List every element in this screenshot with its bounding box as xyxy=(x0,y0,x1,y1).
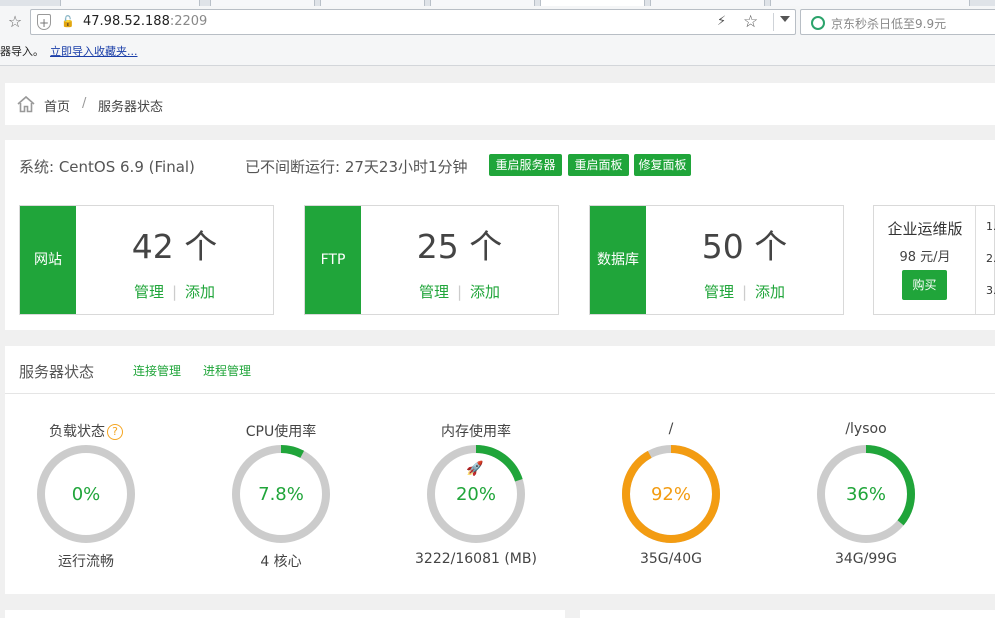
connection-management-link[interactable]: 连接管理 xyxy=(133,362,181,379)
website-card: 网站 42 个 管理 | 添加 xyxy=(19,205,274,315)
divider: | xyxy=(456,283,463,301)
system-overview-panel: 系统: CentOS 6.9 (Final) 已不间断运行: 27天23小时1分… xyxy=(5,140,995,330)
divider xyxy=(975,206,976,314)
enterprise-title: 企业运维版 xyxy=(887,220,963,238)
add-database-link[interactable]: 添加 xyxy=(755,283,785,301)
card-label: 数据库 xyxy=(590,206,646,314)
import-infobar: 器导入。 立即导入收藏夹... xyxy=(0,38,995,66)
database-card: 数据库 50 个 管理 | 添加 xyxy=(589,205,844,315)
restart-panel-button[interactable]: 重启面板 xyxy=(568,154,629,176)
cpu-gauge[interactable]: CPU使用率 7.8% 4 核心 xyxy=(201,421,361,581)
card-label: FTP xyxy=(305,206,361,314)
os-info: 系统: CentOS 6.9 (Final) xyxy=(19,158,195,176)
import-bookmarks-link[interactable]: 立即导入收藏夹... xyxy=(50,38,138,66)
gauge-subtitle: 34G/99G xyxy=(834,551,898,567)
help-icon[interactable]: ? xyxy=(107,424,123,440)
disk-root-gauge[interactable]: / 92% 35G/40G xyxy=(591,421,751,581)
enterprise-price: 98 元/月 xyxy=(899,250,951,265)
search-engine-icon xyxy=(811,16,825,30)
database-count: 50 个 xyxy=(701,227,788,266)
search-box[interactable]: 京东秒杀日低至9.9元 xyxy=(800,9,995,35)
gauge-subtitle: 4 核心 xyxy=(260,554,302,570)
url-text[interactable]: 47.98.52.188:2209 xyxy=(83,14,207,30)
add-website-link[interactable]: 添加 xyxy=(185,283,215,301)
load-gauge[interactable]: 负载状态? 0% 运行流畅 xyxy=(6,421,166,581)
uptime-info: 已不间断运行: 27天23小时1分钟 xyxy=(245,158,468,176)
browser-toolbar: ☆ + 🔓 47.98.52.188:2209 ⚡ ☆ 京东秒杀日低至9.9元 xyxy=(0,6,995,38)
gauge-subtitle: 运行流畅 xyxy=(58,554,114,570)
process-management-link[interactable]: 进程管理 xyxy=(203,362,251,379)
manage-ftp-link[interactable]: 管理 xyxy=(419,283,449,301)
divider xyxy=(773,13,774,31)
shield-icon[interactable]: + xyxy=(37,14,51,30)
server-status-panel: 服务器状态 连接管理 进程管理 负载状态? 0% 运行流畅 CPU使用率 7.8… xyxy=(5,346,995,594)
gauge-subtitle: 3222/16081 (MB) xyxy=(415,551,537,567)
breadcrumb: 首页 / 服务器状态 xyxy=(5,83,995,125)
insecure-lock-icon[interactable]: 🔓 xyxy=(61,16,75,28)
breadcrumb-separator: / xyxy=(82,96,87,111)
memory-gauge[interactable]: 内存使用率 🚀 20% 3222/16081 (MB) xyxy=(396,421,556,581)
gauge-percent: 20% xyxy=(455,484,496,505)
card-links: 管理 | 添加 xyxy=(76,281,273,302)
chevron-down-icon[interactable] xyxy=(780,16,790,22)
gauge-title: /lysoo xyxy=(845,421,887,437)
gauge-subtitle: 35G/40G xyxy=(639,551,703,567)
breadcrumb-current: 服务器状态 xyxy=(98,100,164,115)
manage-database-link[interactable]: 管理 xyxy=(704,283,734,301)
search-input[interactable]: 京东秒杀日低至9.9元 xyxy=(831,15,946,32)
add-ftp-link[interactable]: 添加 xyxy=(470,283,500,301)
bottom-panel-right xyxy=(580,610,995,618)
gauge-percent: 36% xyxy=(845,484,886,505)
gauge-percent: 7.8% xyxy=(258,484,304,505)
bookmark-star-icon[interactable]: ☆ xyxy=(6,13,24,31)
enterprise-card: 企业运维版 98 元/月 购买 1. 2. 3. xyxy=(873,205,995,315)
ftp-card: FTP 25 个 管理 | 添加 xyxy=(304,205,559,315)
rocket-icon[interactable]: 🚀 xyxy=(466,461,483,477)
divider: | xyxy=(171,283,178,301)
website-count: 42 个 xyxy=(131,227,218,266)
bottom-panel-left xyxy=(5,610,565,618)
list-item: 2. xyxy=(986,252,995,265)
restart-server-button[interactable]: 重启服务器 xyxy=(489,154,562,176)
buy-button[interactable]: 购买 xyxy=(902,270,947,300)
status-header: 服务器状态 连接管理 进程管理 xyxy=(5,346,995,394)
manage-website-link[interactable]: 管理 xyxy=(134,283,164,301)
lightning-icon[interactable]: ⚡ xyxy=(717,14,726,29)
list-item: 1. xyxy=(986,220,995,233)
card-links: 管理 | 添加 xyxy=(646,281,843,302)
gauge-percent: 0% xyxy=(71,484,101,505)
breadcrumb-home[interactable]: 首页 xyxy=(44,96,70,115)
divider: | xyxy=(741,283,748,301)
repair-panel-button[interactable]: 修复面板 xyxy=(634,154,691,176)
favorite-star-icon[interactable]: ☆ xyxy=(743,12,758,32)
card-label: 网站 xyxy=(20,206,76,314)
home-icon[interactable] xyxy=(16,95,36,113)
status-title: 服务器状态 xyxy=(19,363,95,381)
gauge-title: CPU使用率 xyxy=(245,424,317,440)
gauge-percent: 92% xyxy=(650,484,691,505)
gauge-title: / xyxy=(668,421,674,437)
gauge-title: 内存使用率 xyxy=(441,424,511,440)
disk-lysoo-gauge[interactable]: /lysoo 36% 34G/99G xyxy=(786,421,946,581)
list-item: 3. xyxy=(986,284,995,297)
ftp-count: 25 个 xyxy=(416,227,503,266)
gauge-title: 负载状态? xyxy=(6,421,166,441)
address-bar[interactable]: + 🔓 47.98.52.188:2209 ⚡ ☆ xyxy=(30,9,796,35)
infobar-text: 器导入。 xyxy=(0,45,44,58)
card-links: 管理 | 添加 xyxy=(361,281,558,302)
